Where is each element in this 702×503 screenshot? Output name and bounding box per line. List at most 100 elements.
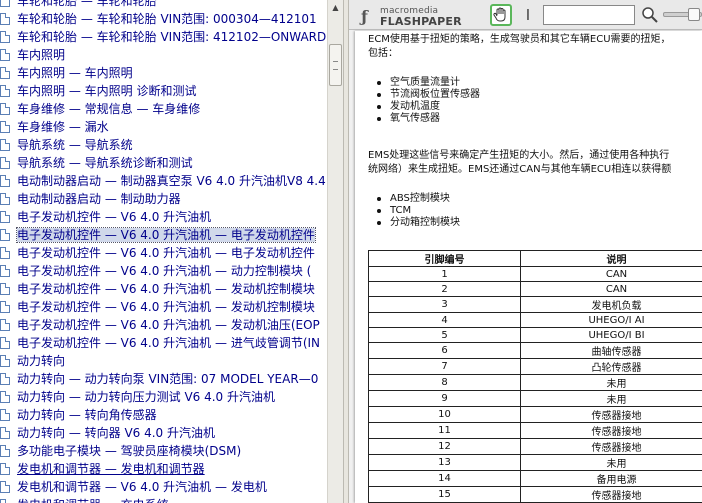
pin-number-cell: 12	[368, 438, 521, 456]
tree-item[interactable]: 电动制动器启动 — 制动助力器	[0, 190, 327, 208]
table-row: 1 CAN	[368, 265, 702, 283]
document-icon	[0, 409, 10, 421]
tree-item[interactable]: 电子发动机控件 — V6 4.0 升汽油机 — 发动机控制模块	[0, 298, 327, 316]
tree-item-label: 发电机和调节器 — 发电机和调节器	[17, 462, 205, 476]
tree-item-label: 电子发动机控件 — V6 4.0 升汽油机 — 发动机控制模块	[17, 282, 315, 296]
tree-item[interactable]: 电子发动机控件 — V6 4.0 升汽油机 — 电子发动机控件	[0, 244, 327, 262]
tree-item[interactable]: 电子发动机控件 — V6 4.0 升汽油机 — 动力控制模块 (	[0, 262, 327, 280]
tree-item[interactable]: 动力转向	[0, 352, 327, 370]
pin-number-cell: 13	[368, 454, 521, 472]
tree-item[interactable]: 车身维修 — 常规信息 — 车身维修	[0, 100, 327, 118]
scroll-up-arrow-icon[interactable]: ▲	[328, 0, 343, 16]
hand-tool-button[interactable]	[490, 4, 512, 26]
description-cell: 传感器接地	[520, 486, 702, 503]
description-cell: 凸轮传感器	[520, 358, 702, 376]
tree-item[interactable]: 动力转向 — 动力转向泵 VIN范围: 07 MODEL YEAR—0	[0, 370, 327, 388]
pin-table: 引脚编号 说明 1 CAN 2 CAN 3 发电机负载 4 UHEGO/I AI 5 UHEGO/…	[368, 250, 702, 503]
tree-item[interactable]: 电子发动机控件 — V6 4.0 升汽油机 — 电子发动机控件	[0, 226, 327, 244]
tree-item[interactable]: 车轮和轮胎 — 车轮和轮胎 VIN范围: 412102—ONWARDS	[0, 28, 327, 46]
document-icon	[0, 283, 10, 295]
description-cell: CAN	[520, 281, 702, 298]
tree-item[interactable]: 车轮和轮胎 — 车轮和轮胎 VIN范围: 000304—412101	[0, 10, 327, 28]
description-cell: CAN	[520, 265, 702, 283]
pin-number-cell: 14	[368, 470, 521, 488]
description-cell: 未用	[520, 390, 702, 408]
tree-item-label: 车身维修 — 漏水	[17, 120, 109, 134]
pin-number-cell: 6	[368, 342, 521, 360]
text-select-tool-icon[interactable]: I	[521, 5, 535, 25]
tree-scrollbar[interactable]: ▲	[327, 0, 343, 503]
tree-item[interactable]: 动力转向 — 转向器 V6 4.0 升汽油机	[0, 424, 327, 442]
zoom-slider-knob[interactable]	[688, 8, 700, 21]
middle-line-2: 统网络）来生成扭矩。EMS还通过CAN与其他车辆ECU相连以获得额	[368, 164, 672, 175]
document-icon	[0, 229, 10, 241]
description-cell: 传感器接地	[520, 406, 702, 424]
list-item: 空气质量流量计	[377, 77, 480, 89]
tree-item-label: 车内照明 — 车内照明	[17, 66, 133, 80]
tree-item[interactable]: 车内照明	[0, 46, 327, 64]
pin-number-cell: 8	[368, 374, 521, 392]
description-cell: 传感器接地	[520, 438, 702, 456]
tree-item[interactable]: 动力转向 — 转向角传感器	[0, 406, 327, 424]
magnifier-icon[interactable]	[641, 6, 659, 24]
table-row: 3 发电机负载	[368, 296, 702, 314]
tree-item-label: 动力转向	[17, 354, 66, 368]
document-icon	[0, 463, 10, 475]
table-header-row: 引脚编号 说明	[368, 250, 702, 267]
tree-item[interactable]: 电子发动机控件 — V6 4.0 升汽油机 — 发动机油压(EOP	[0, 316, 327, 334]
logo-product-text: FLASHPAPER	[380, 15, 462, 28]
tree-item-label: 电子发动机控件 — V6 4.0 升汽油机 — 电子发动机控件	[17, 246, 315, 260]
pin-number-cell: 10	[368, 406, 521, 424]
tree-item-label: 导航系统 — 导航系统诊断和测试	[17, 156, 193, 170]
tree-item[interactable]: 电子发动机控件 — V6 4.0 升汽油机 — 进气歧管调节(IN	[0, 334, 327, 352]
table-row: 6 曲轴传感器	[368, 342, 702, 360]
document-icon	[0, 445, 10, 457]
zoom-slider[interactable]	[663, 8, 702, 21]
tree-item-label: 发电机和调节器 — 充电系统	[17, 498, 169, 503]
description-cell: 备用电源	[520, 470, 702, 488]
tree-item-label: 电子发动机控件 — V6 4.0 升汽油机 — 发动机控制模块	[17, 300, 315, 314]
document-icon	[0, 49, 10, 61]
hand-icon	[493, 7, 506, 22]
macromedia-logo-icon: ƒ	[361, 7, 368, 26]
tree-item-label: 车轮和轮胎 — 车轮和轮胎	[17, 0, 157, 8]
tree-item-label: 多功能电子模块 — 驾驶员座椅模块(DSM)	[17, 444, 242, 458]
search-input[interactable]	[543, 5, 635, 25]
tree-item[interactable]: 车内照明 — 车内照明 诊断和测试	[0, 82, 327, 100]
tree-item[interactable]: 车身维修 — 漏水	[0, 118, 327, 136]
document-icon	[0, 391, 10, 403]
list-item: 氧气传感器	[377, 113, 480, 125]
document-icon	[0, 265, 10, 277]
tree-item-label: 车轮和轮胎 — 车轮和轮胎 VIN范围: 412102—ONWARDS	[17, 30, 327, 44]
pin-number-cell: 4	[368, 312, 521, 329]
tree-item[interactable]: 多功能电子模块 — 驾驶员座椅模块(DSM)	[0, 442, 327, 460]
tree-item[interactable]: 车内照明 — 车内照明	[0, 64, 327, 82]
tree-item[interactable]: 电子发动机控件 — V6 4.0 升汽油机	[0, 208, 327, 226]
document-icon	[0, 499, 10, 503]
pin-number-cell: 1	[368, 265, 521, 283]
document-icon	[0, 139, 10, 151]
description-cell: 未用	[520, 374, 702, 392]
tree-item[interactable]: 发电机和调节器 — 充电系统	[0, 496, 327, 503]
tree-item[interactable]: 导航系统 — 导航系统诊断和测试	[0, 154, 327, 172]
viewer-toolbar: ƒ macromedia FLASHPAPER I	[349, 0, 702, 30]
pin-number-cell: 3	[368, 296, 521, 314]
module-list: ABS控制模块 TCM 分动箱控制模块	[377, 193, 460, 229]
tree-item-label: 电子发动机控件 — V6 4.0 升汽油机 — 发动机油压(EOP	[17, 318, 320, 332]
tree-item[interactable]: 电子发动机控件 — V6 4.0 升汽油机 — 发动机控制模块	[0, 280, 327, 298]
tree-item[interactable]: 电动制动器启动 — 制动器真空泵 V6 4.0 升汽油机V8 4.4	[0, 172, 327, 190]
tree-item-label: 车内照明 — 车内照明 诊断和测试	[17, 84, 197, 98]
tree-item[interactable]: 动力转向 — 动力转向压力测试 V6 4.0 升汽油机	[0, 388, 327, 406]
tree-item[interactable]: 发电机和调节器 — V6 4.0 升汽油机 — 发电机	[0, 478, 327, 496]
table-row: 15 传感器接地	[368, 486, 702, 503]
tree-item[interactable]: 导航系统 — 导航系统	[0, 136, 327, 154]
flashpaper-viewer: ƒ macromedia FLASHPAPER I ECM使用基于扭矩的策略，生…	[349, 0, 702, 503]
tree-item-label: 动力转向 — 动力转向泵 VIN范围: 07 MODEL YEAR—0	[17, 372, 319, 386]
tree-item[interactable]: 车轮和轮胎 — 车轮和轮胎	[0, 0, 327, 10]
table-row: 13 未用	[368, 454, 702, 472]
tree-item[interactable]: 发电机和调节器 — 发电机和调节器	[0, 460, 327, 478]
document-icon	[0, 0, 10, 7]
scroll-thumb[interactable]	[329, 44, 342, 86]
tree-item-label: 车身维修 — 常规信息 — 车身维修	[17, 102, 201, 116]
pin-number-cell: 15	[368, 486, 521, 503]
